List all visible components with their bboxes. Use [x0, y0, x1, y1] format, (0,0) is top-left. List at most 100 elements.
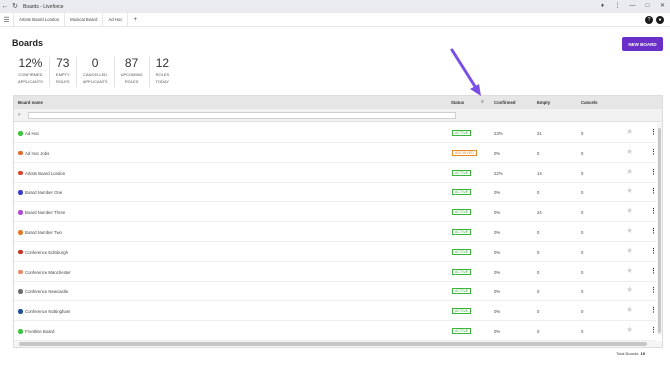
status-badge: ACTIVE [452, 130, 472, 136]
vertical-scrollbar-thumb[interactable] [658, 128, 661, 333]
cancels-value: 0 [581, 170, 584, 176]
kebab-icon[interactable]: ⋮ [650, 247, 657, 255]
new-board-button[interactable]: NEW BOARD [622, 37, 663, 51]
extensions-icon[interactable]: ♦ [595, 0, 610, 13]
kebab-icon[interactable]: ⋮ [650, 326, 657, 334]
star-icon[interactable]: ★ [626, 167, 633, 176]
stat-upcoming-roles: 87 UPCOMING ROLES [115, 57, 150, 87]
star-icon[interactable]: ★ [626, 246, 633, 255]
table-row[interactable]: Board Number Two ACTIVE 0% 0 0 ★ ⋮ [14, 222, 657, 242]
board-name[interactable]: Board Number One [25, 190, 62, 195]
table-row[interactable]: Frontline Board ACTIVE 0% 0 0 ★ ⋮ [14, 321, 657, 341]
star-icon[interactable]: ★ [626, 305, 633, 314]
board-name[interactable]: Ad Hoc Jobs [25, 151, 49, 156]
browser-menu-icon[interactable]: ⋮ [610, 0, 625, 13]
maximize-icon[interactable]: □ [640, 0, 655, 13]
board-name[interactable]: Board Number Two [25, 230, 62, 235]
star-icon[interactable]: ★ [626, 186, 633, 195]
help-icon[interactable]: ? [645, 15, 653, 24]
table-row[interactable]: Board Number Three ACTIVE 0% 24 0 ★ ⋮ [14, 202, 657, 223]
kebab-icon[interactable]: ⋮ [650, 306, 657, 314]
board-name[interactable]: Ad Hoc [25, 131, 39, 136]
cancels-value: 0 [581, 131, 584, 136]
table-row[interactable]: Ad Hoc ACTIVE 23% 21 0 ★ ⋮ [14, 123, 657, 143]
table-row[interactable]: Artists Board London ACTIVE 22% 14 0 ★ ⋮ [14, 163, 657, 183]
board-name-filter-input[interactable] [28, 112, 456, 119]
kebab-icon[interactable]: ⋮ [650, 227, 657, 235]
board-color-dot [18, 190, 23, 195]
kebab-icon[interactable]: ⋮ [650, 148, 657, 156]
column-header-confirmed[interactable]: Confirmed [494, 100, 516, 105]
board-name[interactable]: Conference Nottingham [25, 309, 70, 314]
stat-label: CONFIRMED [18, 72, 43, 77]
board-color-dot [18, 309, 23, 314]
kebab-icon[interactable]: ⋮ [650, 207, 657, 215]
minimize-icon[interactable]: — [625, 0, 640, 13]
board-color-dot [18, 269, 23, 275]
status-badge: ACTIVE [452, 189, 472, 196]
sort-icon[interactable]: ≡ [481, 99, 484, 105]
star-icon[interactable]: ★ [626, 285, 633, 294]
filter-icon[interactable]: ▿ [18, 112, 21, 118]
add-tab-button[interactable]: + [128, 13, 142, 26]
column-header-status[interactable]: Status [451, 100, 464, 105]
board-name[interactable]: Conference Manchester [25, 270, 71, 275]
column-header-empty[interactable]: Empty [537, 100, 550, 105]
confirmed-value: 0% [494, 269, 501, 275]
total-boards-value: 19 [640, 351, 645, 356]
tab-ad-hoc[interactable]: Ad Hoc [103, 13, 129, 26]
cancels-value: 0 [581, 249, 584, 255]
star-icon[interactable]: ★ [626, 325, 633, 334]
board-color-dot [18, 289, 23, 294]
kebab-icon[interactable]: ⋮ [650, 168, 657, 176]
hamburger-menu-icon[interactable]: ☰ [0, 13, 14, 26]
board-name[interactable]: Frontline Board [25, 329, 54, 334]
close-icon[interactable]: ✕ [655, 0, 670, 13]
board-name[interactable]: Conference Edinburgh [25, 250, 68, 255]
stat-label: ROLES [56, 79, 70, 84]
stat-value: 0 [91, 56, 99, 70]
stat-label: CANCELLED [83, 72, 108, 77]
empty-value: 0 [537, 249, 540, 255]
board-name[interactable]: Artists Board London [25, 171, 65, 176]
kebab-icon[interactable]: ⋮ [650, 286, 657, 294]
star-icon[interactable]: ★ [626, 127, 633, 136]
kebab-icon[interactable]: ⋮ [650, 267, 657, 275]
table-row[interactable]: Board Number One ACTIVE 0% 0 0 ★ ⋮ [14, 182, 657, 203]
star-icon[interactable]: ★ [626, 266, 633, 275]
star-icon[interactable]: ★ [626, 147, 633, 156]
board-name[interactable]: Board Number Three [25, 210, 65, 215]
kebab-icon[interactable]: ⋮ [650, 128, 657, 136]
table-row[interactable]: Conference Manchester ACTIVE 0% 0 0 ★ ⋮ [14, 262, 657, 282]
tab-artists-board-london[interactable]: Artists Board London [14, 13, 66, 26]
reload-icon[interactable]: ↻ [10, 0, 20, 13]
stat-value: 12% [18, 56, 43, 70]
status-badge: ACTIVE [452, 268, 472, 275]
board-tabs: ☰ Artists Board London Musical Board Ad … [0, 13, 670, 27]
total-boards: Total Boards: 19 [616, 351, 645, 356]
board-color-dot [18, 230, 23, 235]
confirmed-value: 0% [494, 249, 501, 255]
horizontal-scrollbar-thumb[interactable] [19, 342, 647, 346]
vertical-scrollbar[interactable] [657, 123, 662, 335]
table-row[interactable]: Conference Edinburgh ACTIVE 0% 0 0 ★ ⋮ [14, 242, 657, 262]
tab-musical-board[interactable]: Musical Board [65, 13, 104, 26]
horizontal-scrollbar[interactable] [14, 341, 662, 347]
board-color-dot [18, 170, 23, 176]
column-header-board-name[interactable]: Board name [18, 100, 43, 105]
star-icon[interactable]: ★ [626, 206, 633, 215]
confirmed-value: 0% [494, 150, 501, 156]
board-name[interactable]: Conference Newcastle [25, 289, 68, 294]
confirmed-value: 0% [494, 309, 501, 315]
stat-empty-roles: 73 EMPTY ROLES [50, 57, 77, 87]
column-header-cancels[interactable]: Cancels [581, 100, 597, 105]
stat-value: 12 [155, 56, 170, 70]
table-row[interactable]: Conference Newcastle ACTIVE 0% 0 0 ★ ⋮ [14, 281, 657, 302]
total-boards-label: Total Boards: [616, 351, 640, 356]
kebab-icon[interactable]: ⋮ [650, 187, 657, 195]
table-row[interactable]: Ad Hoc Jobs ARCHIVED 0% 0 0 ★ ⋮ [14, 143, 657, 163]
star-icon[interactable]: ★ [626, 226, 633, 235]
table-row[interactable]: Conference Nottingham ACTIVE 0% 0 0 ★ ⋮ [14, 301, 657, 322]
notifications-icon[interactable]: ● [656, 15, 664, 24]
back-arrow-icon[interactable]: ← [0, 0, 10, 13]
